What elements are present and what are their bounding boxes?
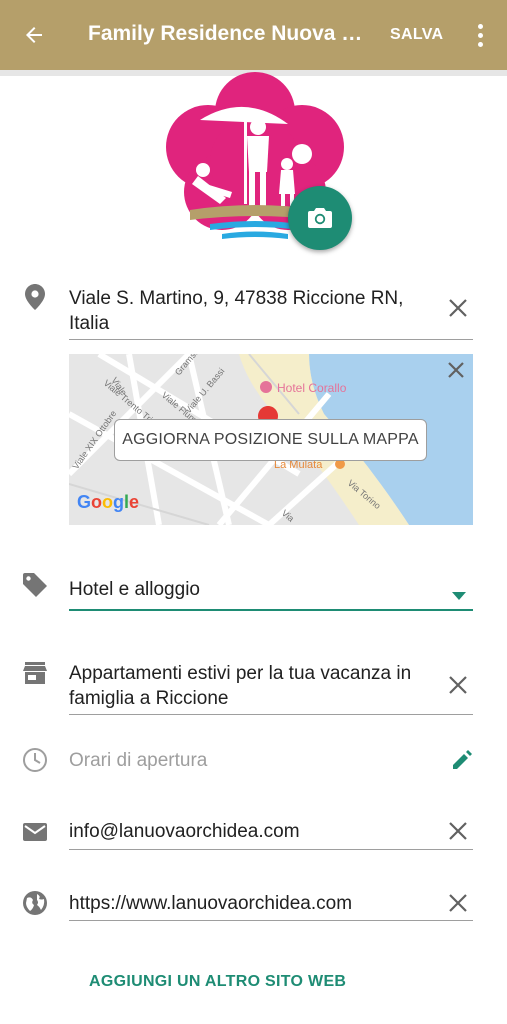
edit-hours-icon[interactable] [450,748,474,772]
change-photo-button[interactable] [288,186,352,250]
category-select[interactable]: Hotel e alloggio [69,577,473,602]
globe-icon [22,890,48,916]
clear-website-icon[interactable] [446,891,470,915]
address-field[interactable]: Viale S. Martino, 9, 47838 Riccione RN, … [69,286,439,336]
dropdown-arrow-icon[interactable] [452,587,466,600]
clear-address-icon[interactable] [446,296,470,320]
clear-email-icon[interactable] [446,819,470,843]
category-underline [69,609,473,611]
tag-icon [22,572,48,598]
clock-icon [22,747,48,773]
save-button[interactable]: SALVA [390,26,443,44]
close-map-icon[interactable] [444,358,468,382]
camera-icon [308,208,332,228]
google-logo: Google [77,492,139,512]
location-pin-icon [22,284,48,310]
app-bar: Family Residence Nuova Or... SALVA [0,0,507,70]
mail-icon [22,819,48,845]
store-icon [22,660,48,686]
email-field[interactable]: info@lanuovaorchidea.com [69,819,473,844]
address-underline [69,339,473,340]
hotel-poi-icon [260,381,272,393]
add-website-button[interactable]: AGGIUNGI UN ALTRO SITO WEB [89,973,346,991]
map-label-hotel: Hotel Corallo [277,381,347,395]
description-underline [69,714,473,715]
description-field[interactable]: Appartamenti estivi per la tua vacanza i… [69,661,439,711]
opening-hours-field[interactable]: Orari di apertura [69,748,473,773]
website-underline [69,920,473,921]
website-field[interactable]: https://www.lanuovaorchidea.com [69,891,473,916]
update-map-position-button[interactable]: AGGIORNA POSIZIONE SULLA MAPPA [114,419,427,461]
back-arrow-icon[interactable] [18,20,50,50]
email-underline [69,849,473,850]
clear-description-icon[interactable] [446,673,470,697]
page-title: Family Residence Nuova Or... [88,22,378,45]
more-options-icon[interactable] [468,20,492,50]
